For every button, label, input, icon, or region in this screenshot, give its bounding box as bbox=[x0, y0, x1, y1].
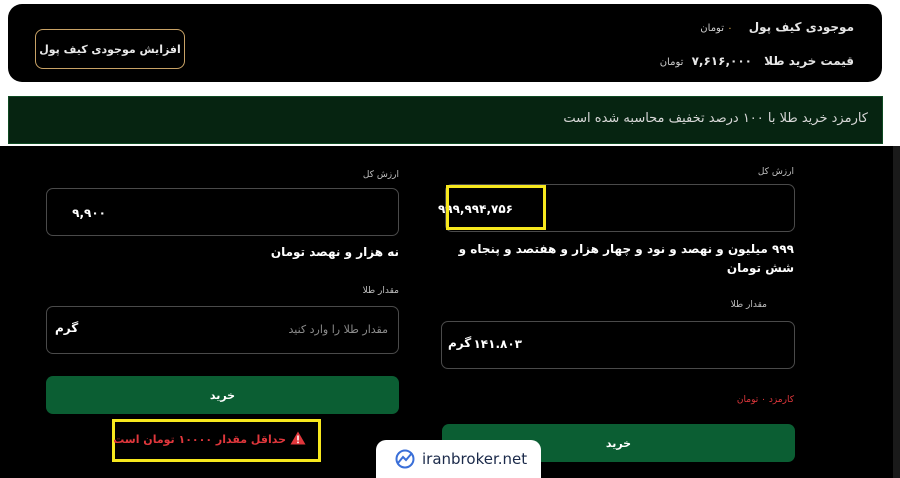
wallet-balance-value: ۰ bbox=[727, 23, 733, 34]
increase-balance-button[interactable]: افزایش موجودی کیف پول bbox=[35, 29, 185, 69]
left-buy-button[interactable]: خرید bbox=[46, 376, 399, 414]
wallet-balance-unit: تومان bbox=[700, 23, 724, 34]
left-total-value-words: نه هزار و نهصد تومان bbox=[270, 245, 399, 259]
discount-notice-text: کارمزد خرید طلا با ۱۰۰ درصد تخفیف محاسبه… bbox=[563, 111, 868, 126]
left-total-value-label: ارزش کل bbox=[362, 170, 399, 180]
discount-notice: کارمزد خرید طلا با ۱۰۰ درصد تخفیف محاسبه… bbox=[8, 96, 883, 144]
right-gold-amount-label: مقدار طلا bbox=[730, 300, 767, 310]
gold-price-unit: تومان bbox=[659, 57, 684, 68]
fee-row: کارمزد ۰ تومان bbox=[737, 395, 794, 405]
wallet-balance-label: موجودی کیف پول bbox=[748, 20, 854, 34]
broker-logo-icon bbox=[395, 449, 415, 469]
gold-price-value: ۷,۶۱۶,۰۰۰ bbox=[691, 54, 752, 68]
right-gold-amount-text: ۱۴۱.۸۰۳ bbox=[473, 337, 522, 351]
right-total-value-words: ۹۹۹ میلیون و نهصد و نود و چهار هزار و هف… bbox=[458, 242, 794, 275]
gold-price-row: قیمت خرید طلا ۷,۶۱۶,۰۰۰ تومان bbox=[660, 54, 854, 68]
gold-price-label: قیمت خرید طلا bbox=[764, 54, 854, 68]
left-gold-amount-input[interactable]: مقدار طلا را وارد کنید گرم bbox=[46, 306, 399, 354]
left-total-value-text: ۹,۹۰۰ bbox=[72, 206, 106, 220]
highlight-box-total bbox=[446, 185, 546, 230]
watermark-text: iranbroker.net bbox=[422, 450, 528, 468]
left-gold-amount-placeholder: مقدار طلا را وارد کنید bbox=[288, 323, 389, 336]
left-total-value-input[interactable]: ۹,۹۰۰ bbox=[46, 188, 399, 236]
wallet-balance-amount: ۰ تومان bbox=[700, 23, 732, 34]
scrollbar-track[interactable] bbox=[893, 146, 900, 478]
min-amount-error: حداقل مقدار ۱۰۰۰۰ تومان است bbox=[113, 431, 306, 446]
left-gold-unit: گرم bbox=[55, 321, 79, 335]
min-amount-error-text: حداقل مقدار ۱۰۰۰۰ تومان است bbox=[113, 433, 286, 446]
fee-label: کارمزد bbox=[768, 395, 794, 405]
right-gold-unit: گرم bbox=[448, 336, 472, 350]
wallet-card: موجودی کیف پول ۰ تومان قیمت خرید طلا ۷,۶… bbox=[8, 4, 882, 82]
wallet-balance-row: موجودی کیف پول ۰ تومان bbox=[700, 20, 854, 34]
warning-icon bbox=[290, 431, 306, 445]
left-gold-amount-label: مقدار طلا bbox=[362, 286, 399, 296]
fee-unit: تومان bbox=[736, 395, 759, 405]
fee-value: ۰ bbox=[761, 395, 766, 405]
right-gold-amount-input[interactable]: ۱۴۱.۸۰۳ گرم bbox=[441, 321, 795, 369]
watermark-badge: iranbroker.net bbox=[376, 440, 541, 478]
right-total-value-label: ارزش کل bbox=[757, 167, 794, 177]
